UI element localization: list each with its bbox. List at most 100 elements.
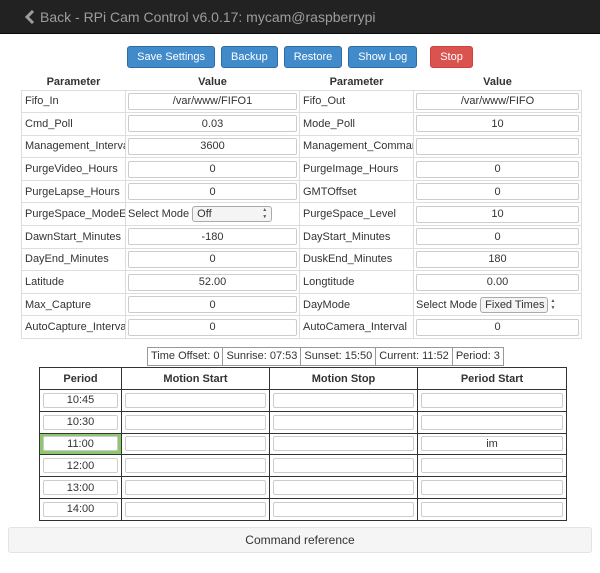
motion-start-input[interactable] [125,392,266,408]
motion-stop-input[interactable] [273,414,414,430]
period-input[interactable] [43,414,118,430]
param-value-input[interactable] [416,273,579,291]
mode-select-value: Off [197,208,212,221]
param-value-input[interactable] [128,92,297,110]
period-start-input[interactable] [421,436,563,452]
back-link[interactable]: Back - RPi Cam Control v6.0.17: mycam@ra… [24,9,376,25]
param-value-input[interactable] [416,318,579,336]
stop-button[interactable]: Stop [430,46,473,68]
param-value-cell [125,270,300,294]
param-value-cell [413,112,582,136]
command-reference-button[interactable]: Command reference [8,527,592,553]
param-value-input[interactable] [416,92,579,110]
period-input[interactable] [43,501,118,517]
period-start-input[interactable] [421,392,563,408]
param-value-cell [125,157,300,181]
chevron-left-icon [24,9,35,24]
mode-select[interactable]: Fixed Times ▲ ▼ [480,296,555,313]
param-value-input[interactable] [416,205,579,223]
motion-start-input[interactable] [125,458,266,474]
schedule-cell-motion-start [121,454,270,478]
save-settings-button[interactable]: Save Settings [127,46,216,68]
param-value-input[interactable] [128,318,297,336]
header-parameter-left: Parameter [46,76,101,89]
param-value-input[interactable] [416,160,579,178]
param-value-input[interactable] [128,250,297,268]
motion-stop-input[interactable] [273,436,414,452]
schedule-cell-motion-start [121,476,270,499]
select-mode-label: Select Mode [128,208,190,221]
param-label: AutoCamera_Interval [299,315,414,340]
motion-stop-input[interactable] [273,501,414,517]
status-time-offset: Time Offset: 0 [148,348,224,365]
settings-row: Max_CaptureDayModeSelect ModeFixed Times… [21,292,582,317]
schedule-cell-motion-stop [269,389,418,412]
param-value-input[interactable] [416,183,579,201]
param-value-cell [413,134,582,159]
param-value-cell [125,315,300,340]
schedule-cell-motion-stop [269,476,418,499]
param-value-cell [125,89,300,114]
period-input[interactable] [43,458,118,474]
param-value-cell [413,89,582,114]
schedule-cell-motion-start [121,497,270,521]
select-mode-label: Select Mode [416,298,478,311]
param-label: DayEnd_Minutes [21,247,126,272]
settings-row: PurgeVideo_Hours PurgeImage_Hours [21,157,582,181]
param-value-input[interactable] [128,296,297,314]
param-value-cell [125,134,300,159]
motion-stop-input[interactable] [273,392,414,408]
schedule-cell-motion-stop [269,410,418,434]
schedule-row [39,389,567,412]
motion-stop-input[interactable] [273,458,414,474]
period-start-input[interactable] [421,501,563,517]
motion-stop-input[interactable] [273,480,414,496]
backup-button[interactable]: Backup [221,46,278,68]
param-value-input[interactable] [128,273,297,291]
param-value-input[interactable] [128,160,297,178]
period-start-input[interactable] [421,480,563,496]
param-value-cell [125,247,300,272]
period-input[interactable] [43,480,118,496]
period-input[interactable] [43,436,118,452]
mode-select-value: Fixed Times [485,298,545,311]
param-value-input[interactable] [128,115,297,133]
motion-start-input[interactable] [125,436,266,452]
schedule-row [39,476,567,499]
action-buttons: Save Settings Backup Restore Show Log St… [0,46,600,68]
schedule-cell-period [39,389,122,412]
param-value-input[interactable] [128,137,297,155]
param-value-input[interactable] [416,228,579,246]
show-log-button[interactable]: Show Log [348,46,418,68]
motion-start-input[interactable] [125,414,266,430]
param-value-input[interactable] [416,250,579,268]
period-input[interactable] [43,392,118,408]
param-value-cell [125,292,300,317]
schedule-cell-motion-start [121,389,270,412]
param-label: Max_Capture [21,292,126,317]
motion-start-input[interactable] [125,501,266,517]
period-start-input[interactable] [421,458,563,474]
mode-select[interactable]: Off ▲ ▼ [192,206,273,223]
param-value-input[interactable] [416,115,579,133]
param-label: Management_Interval [21,134,126,159]
schedule-row [39,454,567,478]
schedule-cell-period-start [417,389,567,412]
param-value-cell [413,270,582,294]
param-value-cell [125,112,300,136]
schedule-cell-motion-start [121,410,270,434]
restore-button[interactable]: Restore [283,46,343,68]
param-value-input[interactable] [416,137,579,155]
param-value-cell [413,225,582,249]
settings-row: PurgeLapse_Hours GMTOffset [21,179,582,204]
param-value-input[interactable] [128,228,297,246]
status-sunset: Sunset: 15:50 [301,348,377,365]
param-value-cell [413,315,582,340]
motion-start-input[interactable] [125,480,266,496]
schedule-cell-period [39,432,122,456]
param-label: PurgeImage_Hours [299,157,414,181]
schedule-cell-motion-stop [269,497,418,521]
period-start-input[interactable] [421,414,563,430]
navbar: Back - RPi Cam Control v6.0.17: mycam@ra… [0,0,600,34]
param-value-input[interactable] [128,183,297,201]
